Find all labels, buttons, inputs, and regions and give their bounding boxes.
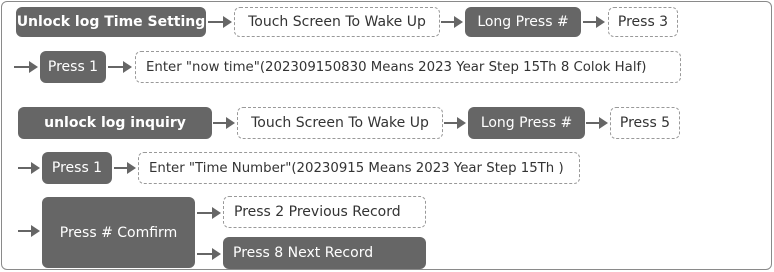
- arrow-right-icon: [583, 16, 605, 28]
- arrow-right-icon: [108, 61, 132, 73]
- step-press-1: Press 1: [40, 51, 106, 83]
- section1-title: Unlock log Time Setting: [16, 7, 206, 37]
- arrow-right-icon: [18, 162, 40, 174]
- arrow-right-icon: [441, 16, 463, 28]
- arrow-right-icon: [197, 207, 221, 219]
- arrow-right-icon: [18, 225, 40, 237]
- step-long-press-2: Long Press #: [468, 107, 585, 139]
- arrow-right-icon: [14, 61, 38, 73]
- step-enter-time-number: Enter "Time Number"(20230915 Means 2023 …: [138, 152, 580, 184]
- step-long-press: Long Press #: [465, 7, 581, 37]
- step-next-record: Press 8 Next Record: [223, 237, 426, 269]
- step-previous-record: Press 2 Previous Record: [223, 196, 426, 228]
- arrow-right-icon: [208, 16, 232, 28]
- arrow-right-icon: [586, 117, 608, 129]
- step-confirm: Press # Comfirm: [42, 197, 195, 268]
- section2-title: unlock log inquiry: [18, 107, 212, 139]
- arrow-right-icon: [213, 117, 235, 129]
- arrow-right-icon: [444, 117, 466, 129]
- step-press-3: Press 3: [608, 7, 678, 37]
- step-enter-now-time: Enter "now time"(202309150830 Means 2023…: [135, 51, 681, 83]
- step-press-5: Press 5: [610, 107, 680, 139]
- arrow-right-icon: [114, 162, 136, 174]
- arrow-right-icon: [197, 248, 221, 260]
- step-wake-up-2: Touch Screen To Wake Up: [237, 107, 443, 139]
- step-press-1-2: Press 1: [42, 152, 112, 184]
- step-wake-up: Touch Screen To Wake Up: [234, 7, 440, 37]
